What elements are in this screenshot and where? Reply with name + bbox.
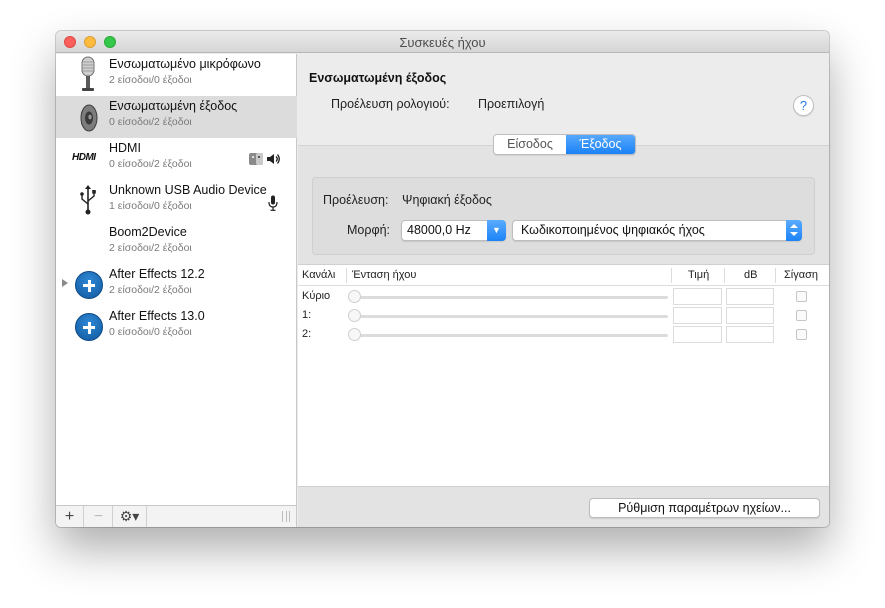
device-name: HDMI bbox=[109, 141, 141, 155]
device-name: After Effects 13.0 bbox=[109, 309, 205, 323]
device-item-boom2device[interactable]: Boom2Device 2 είσοδοι/2 έξοδοι bbox=[56, 222, 297, 264]
sample-rate-value: 48000,0 Hz bbox=[407, 223, 471, 237]
device-item-builtin-microphone[interactable]: Ενσωματωμένο μικρόφωνο 2 είσοδοι/0 έξοδο… bbox=[56, 54, 297, 96]
add-device-button[interactable]: + bbox=[56, 506, 84, 527]
speaker-icon bbox=[80, 104, 98, 132]
column-separator bbox=[775, 268, 776, 283]
table-header: Κανάλι Ένταση ήχου Τιμή dB Σίγαση bbox=[298, 265, 829, 286]
volume-slider-track[interactable] bbox=[350, 334, 668, 337]
tab-input[interactable]: Είσοδος bbox=[494, 135, 566, 154]
device-detail-panel: Ενσωματωμένη έξοδος Προέλευση ρολογιού: … bbox=[298, 54, 829, 527]
device-item-after-effects-12-2[interactable]: After Effects 12.2 2 είσοδοι/2 έξοδοι bbox=[56, 264, 297, 306]
volume-icon bbox=[267, 154, 280, 164]
finder-icon bbox=[249, 153, 263, 165]
device-name: Ενσωματωμένη έξοδος bbox=[109, 99, 238, 113]
column-separator bbox=[346, 268, 347, 283]
device-item-builtin-output[interactable]: Ενσωματωμένη έξοδος 0 είσοδοι/2 έξοδοι bbox=[56, 96, 297, 138]
device-list: Ενσωματωμένο μικρόφωνο 2 είσοδοι/0 έξοδο… bbox=[56, 54, 297, 527]
column-separator bbox=[671, 268, 672, 283]
sidebar-toolbar: + − ⚙︎▾ bbox=[56, 505, 296, 527]
device-io-count: 0 είσοδοι/2 έξοδοι bbox=[109, 158, 192, 170]
selected-device-title: Ενσωματωμένη έξοδος bbox=[309, 71, 447, 85]
device-io-count: 2 είσοδοι/2 έξοδοι bbox=[109, 242, 192, 254]
format-group: Προέλευση: Ψηφιακή έξοδος Μορφή: 48000,0… bbox=[312, 177, 815, 255]
device-io-count: 2 είσοδοι/2 έξοδοι bbox=[109, 284, 192, 296]
column-header-volume[interactable]: Ένταση ήχου bbox=[352, 269, 416, 281]
device-name: Boom2Device bbox=[109, 225, 187, 239]
column-header-mute[interactable]: Σίγαση bbox=[784, 269, 818, 281]
value-field[interactable] bbox=[673, 288, 722, 305]
volume-slider-knob[interactable] bbox=[348, 290, 361, 303]
chevron-down-icon: ▼ bbox=[487, 220, 506, 241]
plus-circle-icon bbox=[75, 313, 103, 341]
device-io-count: 0 είσοδοι/0 έξοδοι bbox=[109, 326, 192, 338]
device-name: Ενσωματωμένο μικρόφωνο bbox=[109, 57, 261, 71]
volume-slider-track[interactable] bbox=[350, 296, 668, 299]
device-item-after-effects-13-0[interactable]: After Effects 13.0 0 είσοδοι/0 έξοδοι bbox=[56, 306, 297, 348]
hdmi-icon: HDMI bbox=[72, 152, 96, 163]
column-header-value[interactable]: Τιμή bbox=[688, 269, 709, 281]
usb-icon bbox=[80, 185, 96, 215]
tab-output[interactable]: Έξοδος bbox=[566, 135, 635, 154]
disclosure-triangle-icon[interactable] bbox=[62, 279, 68, 287]
format-type-select[interactable]: Κωδικοποιημένος ψηφιακός ήχος bbox=[512, 220, 802, 241]
device-io-count: 2 είσοδοι/0 έξοδοι bbox=[109, 74, 192, 86]
table-row: Κύριο bbox=[298, 287, 829, 306]
audio-devices-window: Συσκευές ήχου Ενσωματωμένο μικρόφωνο 2 ε… bbox=[56, 31, 829, 527]
device-item-hdmi[interactable]: HDMI HDMI 0 είσοδοι/2 έξοδοι bbox=[56, 138, 297, 180]
gear-menu-button[interactable]: ⚙︎▾ bbox=[113, 506, 147, 527]
configure-speakers-button[interactable]: Ρύθμιση παραμέτρων ηχείων... bbox=[589, 498, 820, 518]
remove-device-button[interactable]: − bbox=[85, 506, 113, 527]
mute-checkbox[interactable] bbox=[796, 291, 807, 302]
column-header-channel[interactable]: Κανάλι bbox=[302, 269, 335, 281]
volume-slider-track[interactable] bbox=[350, 315, 668, 318]
clock-source-label: Προέλευση ρολογιού: bbox=[331, 97, 450, 111]
format-label: Μορφή: bbox=[347, 223, 391, 237]
device-item-usb-audio[interactable]: Unknown USB Audio Device 1 είσοδοι/0 έξο… bbox=[56, 180, 297, 222]
input-output-tabs: Είσοδος Έξοδος bbox=[493, 134, 636, 155]
db-field[interactable] bbox=[726, 326, 774, 343]
source-value: Ψηφιακή έξοδος bbox=[402, 193, 492, 207]
plus-circle-icon bbox=[75, 271, 103, 299]
format-type-value: Κωδικοποιημένος ψηφιακός ήχος bbox=[521, 223, 705, 237]
channel-name: 2: bbox=[302, 328, 312, 340]
value-field[interactable] bbox=[673, 326, 722, 343]
channel-name: Κύριο bbox=[302, 290, 331, 302]
mute-checkbox[interactable] bbox=[796, 310, 807, 321]
window-title: Συσκευές ήχου bbox=[399, 35, 486, 50]
table-row: 2: bbox=[298, 325, 829, 344]
split-resize-handle[interactable] bbox=[282, 511, 290, 522]
table-row: 1: bbox=[298, 306, 829, 325]
channel-volume-table: Κανάλι Ένταση ήχου Τιμή dB Σίγαση Κύριο bbox=[298, 264, 829, 487]
column-separator bbox=[724, 268, 725, 283]
source-label: Προέλευση: bbox=[323, 193, 389, 207]
db-field[interactable] bbox=[726, 307, 774, 324]
column-header-db[interactable]: dB bbox=[744, 269, 757, 281]
title-bar: Συσκευές ήχου bbox=[56, 31, 829, 53]
device-name: Unknown USB Audio Device bbox=[109, 183, 267, 197]
volume-slider-knob[interactable] bbox=[348, 328, 361, 341]
device-io-count: 1 είσοδοι/0 έξοδοι bbox=[109, 200, 192, 212]
mute-checkbox[interactable] bbox=[796, 329, 807, 340]
sample-rate-select[interactable]: 48000,0 Hz ▼ bbox=[401, 220, 506, 241]
tab-content: Προέλευση: Ψηφιακή έξοδος Μορφή: 48000,0… bbox=[298, 146, 829, 527]
db-field[interactable] bbox=[726, 288, 774, 305]
channel-name: 1: bbox=[302, 309, 312, 321]
device-name: After Effects 12.2 bbox=[109, 267, 205, 281]
updown-arrows-icon bbox=[786, 220, 802, 241]
volume-slider-knob[interactable] bbox=[348, 309, 361, 322]
microphone-icon bbox=[81, 56, 95, 91]
value-field[interactable] bbox=[673, 307, 722, 324]
clock-source-value[interactable]: Προεπιλογή bbox=[478, 97, 544, 111]
microphone-status-icon bbox=[268, 195, 278, 211]
help-button[interactable]: ? bbox=[793, 95, 814, 116]
device-io-count: 0 είσοδοι/2 έξοδοι bbox=[109, 116, 192, 128]
